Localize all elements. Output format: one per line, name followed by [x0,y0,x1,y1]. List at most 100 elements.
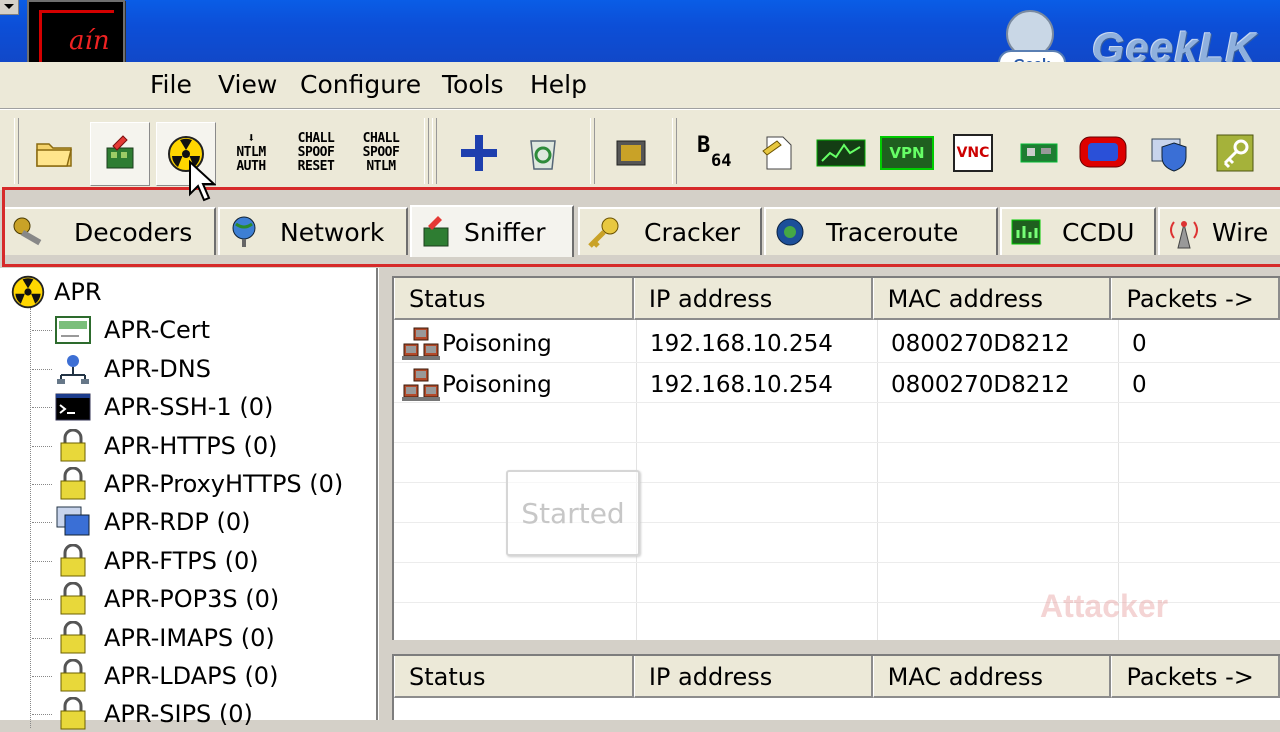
vertical-splitter[interactable] [378,268,391,720]
column-header-mac-address[interactable]: MAC address [872,656,1112,698]
status-text: Poisoning [442,331,552,357]
tree-item-apr-cert[interactable]: APR-Cert [31,312,211,348]
chall-spoof-reset-icon: CHALL SPOOF RESET [297,131,335,174]
toolbar-grip[interactable] [672,118,677,184]
add-button[interactable] [450,122,508,184]
vpn-icon: VPN [880,136,934,170]
table-header: Status IP address MAC address Packets -> [394,656,1280,698]
sniffer-toggle-button[interactable] [90,122,150,186]
status-text: Poisoning [442,372,552,398]
table-row[interactable]: Poisoning 192.168.10.254 0800270D8212 0 [394,365,1280,405]
tree-item-apr-https[interactable]: APR-HTTPS (0) [32,428,278,464]
mac-address-cell: 0800270D8212 [891,372,1070,398]
vpn-button[interactable]: VPN [878,122,936,184]
lock-icon [54,429,92,463]
tree-item-apr-sips[interactable]: APR-SIPS (0) [32,696,253,732]
display-button[interactable] [1074,122,1132,184]
grid-line [394,442,1280,443]
attacker-watermark: Attacker [1040,588,1169,624]
column-header-status[interactable]: Status [394,656,634,698]
status-cell: Poisoning [394,324,636,364]
poisoning-icon [402,368,440,401]
column-header-packets[interactable]: Packets -> [1111,656,1280,698]
column-header-packets[interactable]: Packets -> [1111,278,1280,320]
menu-configure[interactable]: Configure [300,68,421,101]
app-logo-text: aín [69,26,110,56]
tree-item-label: APR-RDP (0) [104,508,251,536]
column-header-mac-address[interactable]: MAC address [872,278,1112,320]
network-card-button[interactable] [1010,122,1068,184]
monitor-button[interactable] [812,122,870,184]
tree-root-apr[interactable]: APR [10,274,102,310]
note-icon [762,136,792,170]
tree-item-label: APR-Cert [104,316,211,344]
nic-icon [1020,143,1058,163]
chip-icon [616,140,646,166]
mac-address-cell: 0800270D8212 [891,331,1070,357]
apr-routing-table[interactable]: Status IP address MAC address Packets -> [392,654,1280,720]
chip-button[interactable] [602,122,660,184]
tree-item-label: APR-SSH-1 (0) [104,393,274,421]
cert-icon [54,313,92,347]
menu-view[interactable]: View [218,68,277,101]
ntlm-auth-icon: ⬇ NTLM AUTH [236,131,266,174]
display-icon [1079,136,1127,168]
apr-tree[interactable]: APR APR-Cert APR-DNS APR-SSH-1 (0) APR-H… [0,268,378,730]
tree-item-label: APR-DNS [104,355,211,383]
chall-spoof-reset-button[interactable]: CHALL SPOOF RESET [287,122,345,184]
apr-hosts-table[interactable]: Status IP address MAC address Packets ->… [392,276,1280,640]
terminal-icon [54,390,92,424]
lock-icon [54,467,92,501]
shield-icon [1151,138,1187,172]
tree-connector [30,308,31,728]
lock-icon [54,544,92,578]
lock-icon [54,621,92,655]
tree-item-apr-proxyhttps[interactable]: APR-ProxyHTTPS (0) [31,466,344,502]
tree-item-label: APR-ProxyHTTPS (0) [104,470,344,498]
key-button[interactable] [1206,122,1264,184]
vnc-button[interactable]: VNC [944,122,1002,184]
column-header-ip-address[interactable]: IP address [633,656,873,698]
base64-button[interactable]: B 64 [684,122,742,184]
tree-item-apr-pop3s[interactable]: APR-POP3S (0) [31,581,280,617]
column-header-status[interactable]: Status [394,278,634,320]
horizontal-splitter[interactable] [392,640,1280,654]
menu-help[interactable]: Help [530,68,587,101]
tree-item-label: APR-IMAPS (0) [104,624,275,652]
toolbar-grip[interactable] [424,118,429,184]
rdp-icon [54,505,92,539]
system-menu-button[interactable] [0,0,19,15]
monitor-icon [816,139,866,167]
ntlm-auth-button[interactable]: ⬇ NTLM AUTH [222,122,280,184]
tree-item-apr-dns[interactable]: APR-DNS [32,351,211,387]
shield-button[interactable] [1140,122,1198,184]
mouse-cursor-icon [189,160,216,202]
menu-file[interactable]: File [150,68,192,101]
recycle-button[interactable] [514,122,572,184]
tree-item-apr-ftps[interactable]: APR-FTPS (0) [32,543,259,579]
tree-item-label: APR-SIPS (0) [104,700,253,728]
toolbar-grip[interactable] [432,118,437,184]
tree-root-label: APR [54,278,102,306]
open-folder-button[interactable] [26,122,84,184]
toolbar-grip[interactable] [590,118,595,184]
packets-cell: 0 [1132,372,1147,398]
note-button[interactable] [748,122,806,184]
chall-spoof-ntlm-button[interactable]: CHALL SPOOF NTLM [352,122,410,184]
menu-tools[interactable]: Tools [442,68,504,101]
table-row[interactable]: Poisoning 192.168.10.254 0800270D8212 0 [394,324,1280,364]
radiation-icon [11,275,45,309]
tree-item-apr-ldaps[interactable]: APR-LDAPS (0) [31,658,278,694]
tree-item-label: APR-POP3S (0) [104,585,280,613]
ip-address-cell: 192.168.10.254 [650,331,833,357]
b64-icon: B 64 [697,133,732,171]
folder-icon [36,143,72,167]
tree-item-apr-rdp[interactable]: APR-RDP (0) [32,504,251,540]
sniffer-icon [106,135,134,169]
tree-item-apr-imaps[interactable]: APR-IMAPS (0) [32,620,275,656]
column-header-ip-address[interactable]: IP address [633,278,873,320]
tree-item-apr-ssh-1[interactable]: APR-SSH-1 (0) [31,389,274,425]
packets-cell: 0 [1132,331,1147,357]
toolbar-grip[interactable] [14,118,19,184]
ip-address-cell: 192.168.10.254 [650,372,833,398]
